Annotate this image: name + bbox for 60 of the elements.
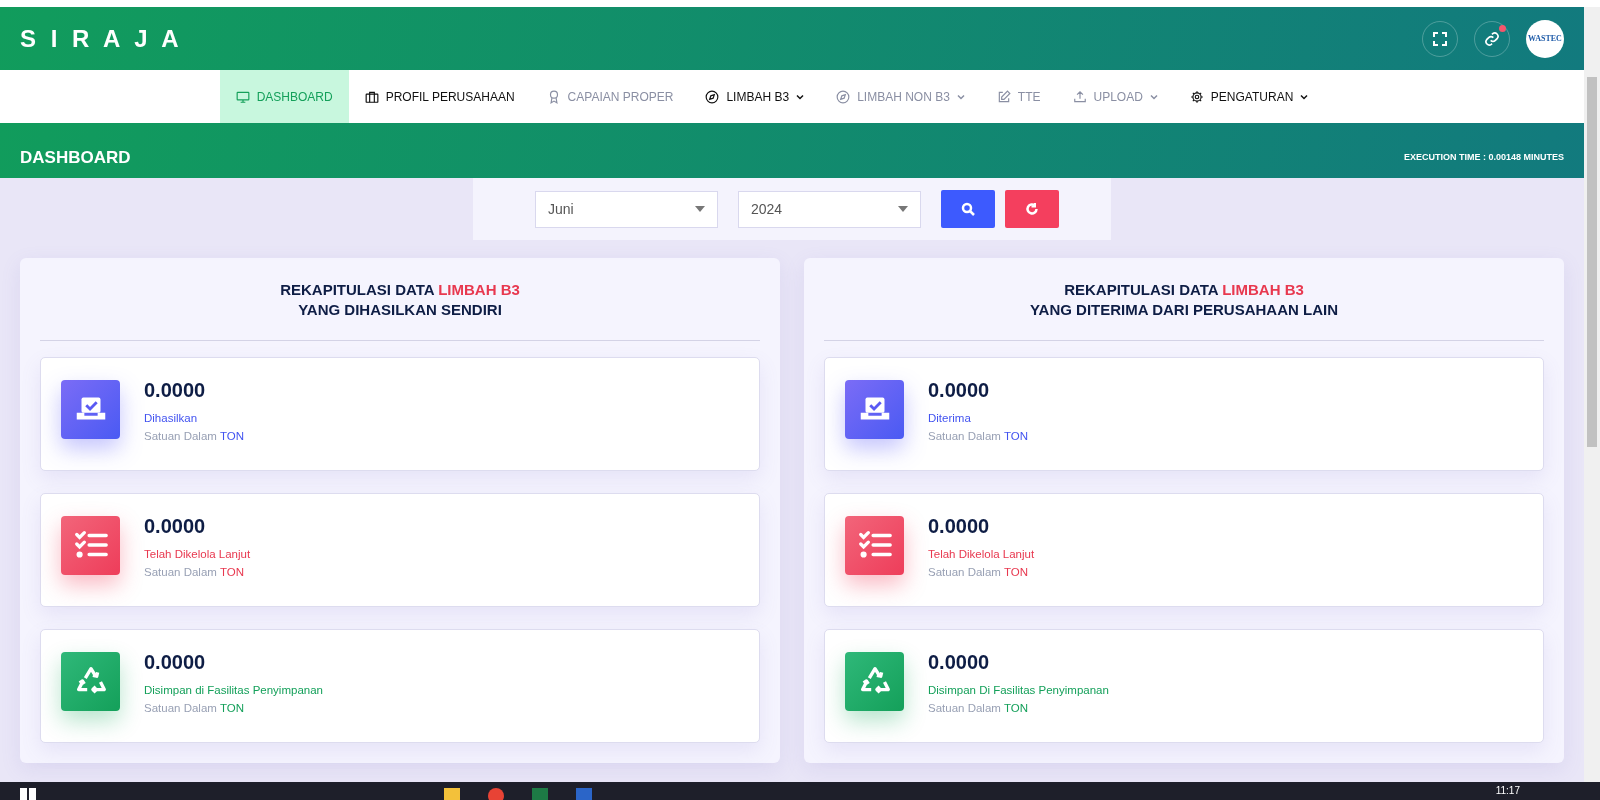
compass-icon: [705, 89, 720, 104]
search-button[interactable]: [941, 190, 995, 228]
caret-icon: [956, 92, 965, 101]
scrollbar-thumb[interactable]: [1587, 77, 1597, 447]
stat-label: Telah Dikelola Lanjut: [928, 547, 1035, 560]
inbox-check-icon: [61, 379, 120, 439]
upload-icon: [1072, 89, 1087, 104]
stat-value: 0.0000: [144, 650, 207, 674]
caret-icon: [1149, 92, 1158, 101]
card-subtitle: YANG DIHASILKAN SENDIRI: [297, 300, 503, 320]
fullscreen-icon: [1433, 31, 1447, 46]
refresh-icon: [1025, 202, 1039, 216]
taskbar-clock: 11:17: [1495, 784, 1520, 797]
nav-tab[interactable]: LIMBAH B3: [689, 70, 821, 123]
stat-value: 0.0000: [144, 514, 207, 538]
dropdown-arrow-icon: [695, 206, 705, 212]
stat-value: 0.0000: [144, 378, 207, 402]
page-title: DASHBOARD: [20, 148, 131, 169]
recycle-icon: [61, 651, 120, 711]
compass-icon: [836, 89, 851, 104]
year-select[interactable]: 2024: [738, 190, 921, 228]
caret-icon: [796, 92, 805, 101]
inbox-check-icon: [845, 379, 904, 439]
stat-label: Disimpan di Fasilitas Penyimpanan: [144, 683, 323, 696]
search-icon: [961, 202, 975, 216]
unit-text: Satuan Dalam TON: [144, 429, 244, 442]
stat-label: Disimpan Di Fasilitas Penyimpanan: [928, 683, 1109, 696]
unit-text: Satuan Dalam TON: [928, 565, 1029, 578]
nav-tab[interactable]: PENGATURAN: [1173, 70, 1325, 123]
briefcase-icon: [364, 89, 379, 104]
stat-value: 0.0000: [928, 650, 991, 674]
refresh-button[interactable]: [1005, 190, 1059, 228]
dropdown-arrow-icon: [898, 206, 908, 212]
monitor-icon: [235, 89, 250, 104]
company-avatar[interactable]: WASTEC: [1526, 19, 1564, 58]
stat-value: 0.0000: [928, 378, 991, 402]
checklist-icon: [61, 515, 120, 575]
settings-icon: [1189, 89, 1204, 104]
browser-icon[interactable]: [488, 788, 504, 800]
unit-text: Satuan Dalam TON: [144, 565, 245, 578]
recycle-icon: [845, 651, 904, 711]
unit-text: Satuan Dalam TON: [144, 701, 245, 714]
link-icon: [1484, 30, 1500, 47]
windows-start-icon[interactable]: [20, 788, 36, 800]
stat-value: 0.0000: [928, 514, 991, 538]
card-title: REKAPITULASI DATA LIMBAH B3: [279, 280, 521, 300]
stat-label: Diterima: [928, 411, 972, 424]
checklist-icon: [845, 515, 904, 575]
stat-label: Telah Dikelola Lanjut: [144, 547, 251, 560]
card-subtitle: YANG DITERIMA DARI PERUSAHAAN LAIN: [1028, 300, 1340, 320]
app-logo-text: S I R A J A: [20, 24, 183, 53]
month-select[interactable]: Juni: [535, 190, 718, 228]
nav-tab[interactable]: PROFIL PERUSAHAAN: [348, 70, 531, 123]
card-title: REKAPITULASI DATA LIMBAH B3: [1063, 280, 1305, 300]
unit-text: Satuan Dalam TON: [928, 701, 1029, 714]
edit-icon: [996, 89, 1011, 104]
execution-time: EXECUTION TIME : 0.00148 MINUTES: [1403, 151, 1564, 164]
caret-icon: [1300, 92, 1309, 101]
unit-text: Satuan Dalam TON: [928, 429, 1028, 442]
stat-label: Dihasilkan: [144, 411, 199, 424]
